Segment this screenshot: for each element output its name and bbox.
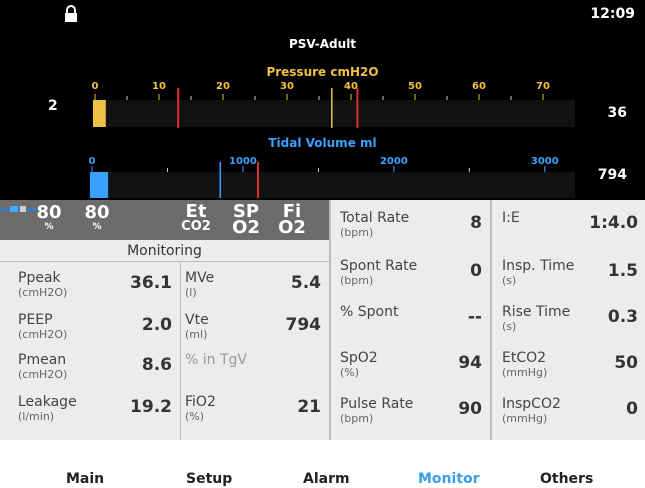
pressure-tick-label: 70 — [536, 81, 550, 92]
gauge-display: 12:09 PSV-Adult Pressure cmH2O Tidal Vol… — [0, 0, 645, 200]
param-total-rate: Total Rate (bpm) 8 — [340, 210, 488, 239]
volume-track — [92, 172, 575, 198]
param-label: Total Rate — [340, 210, 410, 226]
volume-tick-label: 1000 — [229, 156, 257, 167]
quick-param-1-value: 80 — [36, 202, 62, 223]
etco2-shortcut[interactable]: Et CO2 — [180, 201, 212, 234]
param-pmean: Pmean (cmH2O) 8.6 — [18, 352, 178, 381]
quick-param-2-value: 80 — [84, 202, 110, 223]
nav-others[interactable]: Others — [540, 471, 593, 487]
param-ppeak: Ppeak (cmH2O) 36.1 — [18, 270, 178, 299]
param-value: 2.0 — [141, 315, 172, 335]
volume-value-bar — [90, 172, 109, 198]
volume-tick-label: 3000 — [531, 156, 559, 167]
pressure-value-bar — [93, 100, 106, 127]
quick-params-bar: 80 % 80 % Et CO2 SP O2 Fi O2 — [0, 200, 329, 240]
volume-tick-label: 2000 — [380, 156, 408, 167]
param-value: 36.1 — [130, 273, 172, 293]
quick-param-1[interactable]: 80 % — [34, 202, 64, 233]
param-value: 94 — [458, 353, 482, 373]
param-leakage: Leakage (l/min) 19.2 — [18, 394, 178, 423]
pressure-tick-label: 30 — [280, 81, 294, 92]
etco2-shortcut-bottom: CO2 — [181, 219, 211, 234]
bottom-nav: Main Setup Alarm Monitor Others — [0, 440, 645, 488]
pressure-track — [95, 100, 575, 127]
param-value: 0 — [470, 261, 482, 281]
param-value: 1.5 — [607, 261, 638, 281]
spo2-shortcut-bottom: O2 — [232, 217, 260, 238]
fio2-shortcut-bottom: O2 — [278, 217, 306, 238]
nav-alarm[interactable]: Alarm — [303, 471, 350, 487]
param-value: -- — [467, 307, 482, 327]
param-fio2: FiO2 (%) 21 — [185, 394, 327, 423]
param-unit: (bpm) — [340, 274, 374, 287]
pressure-tick-label: 40 — [344, 81, 358, 92]
etco2-shortcut-top: Et — [185, 201, 207, 222]
param-value: 5.4 — [290, 273, 321, 293]
pressure-tick-label: 60 — [472, 81, 486, 92]
nav-main[interactable]: Main — [66, 471, 104, 487]
param-label: Spont Rate — [340, 258, 418, 274]
gauge-scales: 0 10 20 30 40 50 60 70 0 1000 2000 3000 — [89, 81, 575, 198]
param-label: % in TgV — [185, 352, 247, 368]
param-unit: (mmHg) — [502, 412, 548, 425]
nav-monitor[interactable]: Monitor — [418, 471, 480, 487]
param-value: 8 — [470, 213, 482, 233]
param-ie-ratio: I:E 1:4.0 — [502, 210, 644, 233]
param-pct-spont: % Spont -- — [340, 304, 488, 327]
quick-param-1-unit: % — [44, 222, 54, 232]
param-spont-rate: Spont Rate (bpm) 0 — [340, 258, 488, 287]
param-vte: Vte (ml) 794 — [185, 312, 327, 341]
param-etco2: EtCO2 (mmHg) 50 — [502, 350, 644, 379]
param-insp-time: Insp. Time (s) 1.5 — [502, 258, 644, 287]
pressure-tick-label: 0 — [92, 81, 99, 92]
param-label: % Spont — [340, 304, 399, 320]
divider — [329, 200, 331, 440]
param-value: 8.6 — [141, 355, 172, 375]
param-inspco2: InspCO2 (mmHg) 0 — [502, 396, 644, 425]
param-pct-in-tgv: % in TgV — [185, 352, 327, 368]
pressure-tick-label: 20 — [216, 81, 230, 92]
param-value: 50 — [614, 353, 638, 373]
volume-tick-label: 0 — [89, 156, 96, 167]
param-peep: PEEP (cmH2O) 2.0 — [18, 312, 178, 341]
param-value: 90 — [458, 399, 482, 419]
pressure-tick-label: 50 — [408, 81, 422, 92]
pressure-tick-label: 10 — [152, 81, 166, 92]
param-value: 0.3 — [607, 307, 638, 327]
nav-setup[interactable]: Setup — [186, 471, 232, 487]
param-unit: (bpm) — [340, 226, 374, 239]
param-mve: MVe (l) 5.4 — [185, 270, 327, 299]
param-value: 794 — [285, 315, 322, 335]
param-value: 1:4.0 — [589, 213, 638, 233]
param-pulse-rate: Pulse Rate (bpm) 90 — [340, 396, 488, 425]
param-value: 21 — [297, 397, 321, 417]
monitoring-header: Monitoring — [0, 240, 329, 262]
param-rise-time: Rise Time (s) 0.3 — [502, 304, 644, 333]
param-label: InspCO2 — [502, 396, 561, 412]
param-value: 19.2 — [130, 397, 172, 417]
spo2-shortcut[interactable]: SP O2 — [230, 203, 262, 238]
fio2-shortcut[interactable]: Fi O2 — [276, 203, 308, 238]
quick-param-2-unit: % — [92, 222, 102, 232]
param-value: 0 — [626, 399, 638, 419]
param-spo2: SpO2 (%) 94 — [340, 350, 488, 379]
quick-param-2[interactable]: 80 % — [82, 202, 112, 233]
divider — [180, 262, 181, 440]
divider — [490, 200, 492, 440]
